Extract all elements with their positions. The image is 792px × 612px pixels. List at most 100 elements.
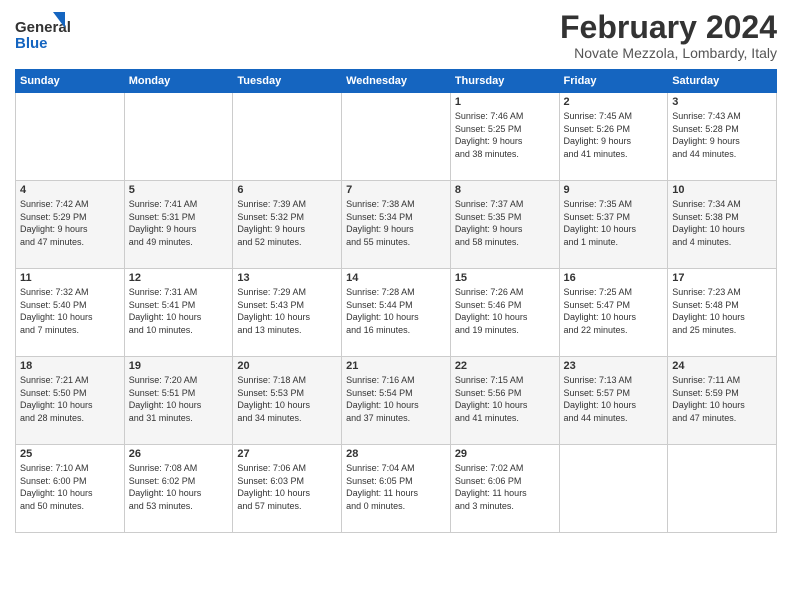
table-row: 3 Sunrise: 7:43 AMSunset: 5:28 PMDaylight… [668,93,777,181]
day-info: Sunrise: 7:15 AMSunset: 5:56 PMDaylight:… [455,374,555,424]
day-info: Sunrise: 7:11 AMSunset: 5:59 PMDaylight:… [672,374,772,424]
day-info: Sunrise: 7:28 AMSunset: 5:44 PMDaylight:… [346,286,446,336]
table-row: 26 Sunrise: 7:08 AMSunset: 6:02 PMDayligh… [124,445,233,533]
day-number: 19 [129,360,229,372]
day-number: 2 [564,96,664,108]
day-number: 8 [455,184,555,196]
location-subtitle: Novate Mezzola, Lombardy, Italy [560,45,777,61]
table-row: 12 Sunrise: 7:31 AMSunset: 5:41 PMDayligh… [124,269,233,357]
day-info: Sunrise: 7:23 AMSunset: 5:48 PMDaylight:… [672,286,772,336]
day-info: Sunrise: 7:13 AMSunset: 5:57 PMDaylight:… [564,374,664,424]
day-number: 15 [455,272,555,284]
table-row: 1 Sunrise: 7:46 AMSunset: 5:25 PMDaylight… [450,93,559,181]
table-row: 18 Sunrise: 7:21 AMSunset: 5:50 PMDayligh… [16,357,125,445]
table-row: 17Sunrise: 7:23 AMSunset: 5:48 PMDayligh… [668,269,777,357]
table-row: 27Sunrise: 7:06 AMSunset: 6:03 PMDayligh… [233,445,342,533]
day-info: Sunrise: 7:38 AMSunset: 5:34 PMDaylight:… [346,198,446,248]
day-info: Sunrise: 7:32 AMSunset: 5:40 PMDaylight:… [20,286,120,336]
table-row: 29 Sunrise: 7:02 AMSunset: 6:06 PMDayligh… [450,445,559,533]
day-number: 3 [672,96,772,108]
day-number: 18 [20,360,120,372]
calendar-week-row: 25Sunrise: 7:10 AMSunset: 6:00 PMDayligh… [16,445,777,533]
table-row: 22Sunrise: 7:15 AMSunset: 5:56 PMDayligh… [450,357,559,445]
title-section: February 2024 Novate Mezzola, Lombardy, … [560,10,777,61]
day-info: Sunrise: 7:02 AMSunset: 6:06 PMDaylight:… [455,462,555,512]
page-container: General Blue February 2024 Novate Mezzol… [0,0,792,538]
day-number: 28 [346,448,446,460]
table-row: 25Sunrise: 7:10 AMSunset: 6:00 PMDayligh… [16,445,125,533]
day-info: Sunrise: 7:26 AMSunset: 5:46 PMDaylight:… [455,286,555,336]
svg-text:Blue: Blue [15,35,48,52]
day-info: Sunrise: 7:16 AMSunset: 5:54 PMDaylight:… [346,374,446,424]
col-thursday: Thursday [450,70,559,93]
day-info: Sunrise: 7:41 AMSunset: 5:31 PMDaylight:… [129,198,229,248]
day-info: Sunrise: 7:20 AMSunset: 5:51 PMDaylight:… [129,374,229,424]
table-row [668,445,777,533]
table-row: 28Sunrise: 7:04 AMSunset: 6:05 PMDayligh… [342,445,451,533]
header: General Blue February 2024 Novate Mezzol… [15,10,777,61]
table-row: 4 Sunrise: 7:42 AMSunset: 5:29 PMDaylight… [16,181,125,269]
day-info: Sunrise: 7:31 AMSunset: 5:41 PMDaylight:… [129,286,229,336]
table-row [233,93,342,181]
table-row: 24 Sunrise: 7:11 AMSunset: 5:59 PMDayligh… [668,357,777,445]
day-number: 10 [672,184,772,196]
day-number: 27 [237,448,337,460]
day-info: Sunrise: 7:21 AMSunset: 5:50 PMDaylight:… [20,374,120,424]
table-row: 8 Sunrise: 7:37 AMSunset: 5:35 PMDaylight… [450,181,559,269]
table-row: 5 Sunrise: 7:41 AMSunset: 5:31 PMDaylight… [124,181,233,269]
day-number: 29 [455,448,555,460]
day-number: 21 [346,360,446,372]
day-number: 13 [237,272,337,284]
day-info: Sunrise: 7:34 AMSunset: 5:38 PMDaylight:… [672,198,772,248]
day-number: 14 [346,272,446,284]
day-number: 9 [564,184,664,196]
day-info: Sunrise: 7:25 AMSunset: 5:47 PMDaylight:… [564,286,664,336]
col-sunday: Sunday [16,70,125,93]
calendar-week-row: 11 Sunrise: 7:32 AMSunset: 5:40 PMDayligh… [16,269,777,357]
day-number: 7 [346,184,446,196]
day-info: Sunrise: 7:35 AMSunset: 5:37 PMDaylight:… [564,198,664,248]
col-monday: Monday [124,70,233,93]
table-row: 7 Sunrise: 7:38 AMSunset: 5:34 PMDaylight… [342,181,451,269]
day-info: Sunrise: 7:37 AMSunset: 5:35 PMDaylight:… [455,198,555,248]
day-info: Sunrise: 7:08 AMSunset: 6:02 PMDaylight:… [129,462,229,512]
day-number: 11 [20,272,120,284]
calendar-week-row: 18 Sunrise: 7:21 AMSunset: 5:50 PMDayligh… [16,357,777,445]
table-row: 16Sunrise: 7:25 AMSunset: 5:47 PMDayligh… [559,269,668,357]
day-number: 20 [237,360,337,372]
day-info: Sunrise: 7:18 AMSunset: 5:53 PMDaylight:… [237,374,337,424]
day-number: 26 [129,448,229,460]
day-info: Sunrise: 7:43 AMSunset: 5:28 PMDaylight:… [672,110,772,160]
day-number: 23 [564,360,664,372]
table-row: 20 Sunrise: 7:18 AMSunset: 5:53 PMDayligh… [233,357,342,445]
table-row: 9 Sunrise: 7:35 AMSunset: 5:37 PMDaylight… [559,181,668,269]
day-info: Sunrise: 7:10 AMSunset: 6:00 PMDaylight:… [20,462,120,512]
table-row [559,445,668,533]
calendar-week-row: 4 Sunrise: 7:42 AMSunset: 5:29 PMDaylight… [16,181,777,269]
col-wednesday: Wednesday [342,70,451,93]
table-row: 21 Sunrise: 7:16 AMSunset: 5:54 PMDayligh… [342,357,451,445]
calendar-week-row: 1 Sunrise: 7:46 AMSunset: 5:25 PMDaylight… [16,93,777,181]
table-row: 2 Sunrise: 7:45 AMSunset: 5:26 PMDaylight… [559,93,668,181]
day-number: 1 [455,96,555,108]
calendar-header-row: Sunday Monday Tuesday Wednesday Thursday… [16,70,777,93]
day-number: 12 [129,272,229,284]
logo: General Blue [15,10,70,58]
table-row: 11 Sunrise: 7:32 AMSunset: 5:40 PMDayligh… [16,269,125,357]
day-number: 4 [20,184,120,196]
day-info: Sunrise: 7:29 AMSunset: 5:43 PMDaylight:… [237,286,337,336]
col-friday: Friday [559,70,668,93]
day-info: Sunrise: 7:46 AMSunset: 5:25 PMDaylight:… [455,110,555,160]
day-number: 5 [129,184,229,196]
table-row: 14 Sunrise: 7:28 AMSunset: 5:44 PMDayligh… [342,269,451,357]
day-info: Sunrise: 7:42 AMSunset: 5:29 PMDaylight:… [20,198,120,248]
table-row [124,93,233,181]
month-year-title: February 2024 [560,10,777,45]
table-row [342,93,451,181]
day-info: Sunrise: 7:45 AMSunset: 5:26 PMDaylight:… [564,110,664,160]
table-row: 23 Sunrise: 7:13 AMSunset: 5:57 PMDayligh… [559,357,668,445]
day-number: 24 [672,360,772,372]
table-row: 19 Sunrise: 7:20 AMSunset: 5:51 PMDayligh… [124,357,233,445]
table-row: 10 Sunrise: 7:34 AMSunset: 5:38 PMDayligh… [668,181,777,269]
table-row: 6Sunrise: 7:39 AMSunset: 5:32 PMDaylight… [233,181,342,269]
